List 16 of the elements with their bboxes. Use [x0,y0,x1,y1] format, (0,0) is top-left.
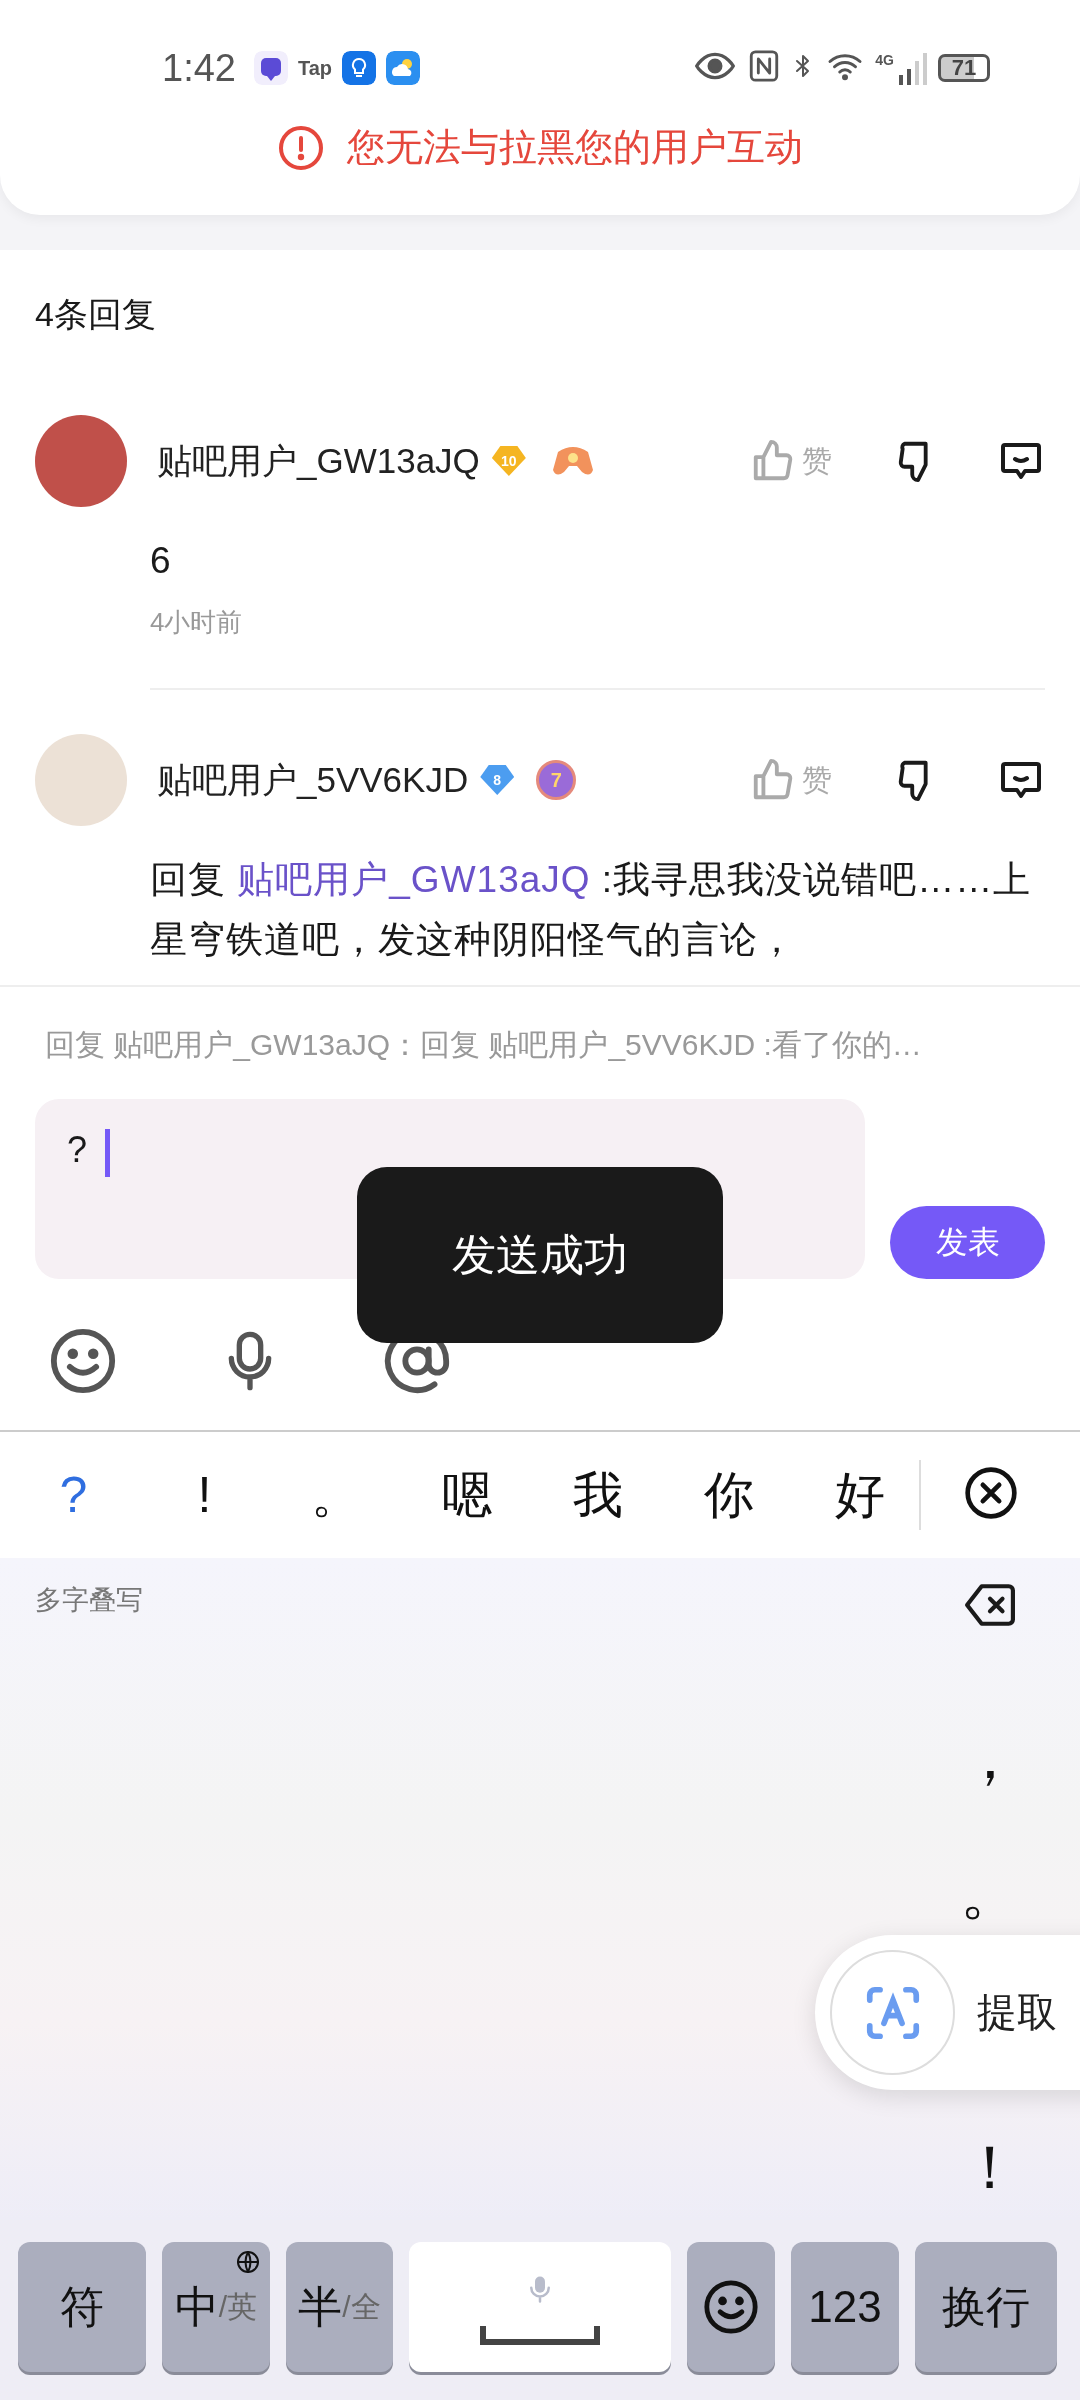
level-badge: 8 [480,765,515,795]
success-toast: 发送成功 [357,1167,723,1343]
medal-badge: 7 [536,760,577,800]
reply-target-text: 回复 贴吧用户_GW13aJQ：回复 贴吧用户_5VV6KJD :看了你的… [45,1027,922,1063]
popup-label: 提取 [977,1989,1057,2036]
network-type: 4G [875,52,894,68]
reply-count: 4条回复 [35,294,157,335]
handwriting-mode-label: 多字叠写 [35,1584,143,1617]
timestamp: 4小时前 [150,606,244,639]
blocked-notice: 您无法与拉黑您的用户互动 [347,125,803,170]
battery-indicator: 71 [938,54,990,82]
level-badge: 10 [491,446,526,476]
comment-text: 6 [150,539,173,583]
notification-app-label: Tap [297,56,333,80]
clock: 1:42 [162,46,236,90]
comment-text: 回复 贴吧用户_GW13aJQ :我寻思我没说错吧……上星穹铁道吧，发这种阴阳怪气的言论， [150,858,1033,962]
